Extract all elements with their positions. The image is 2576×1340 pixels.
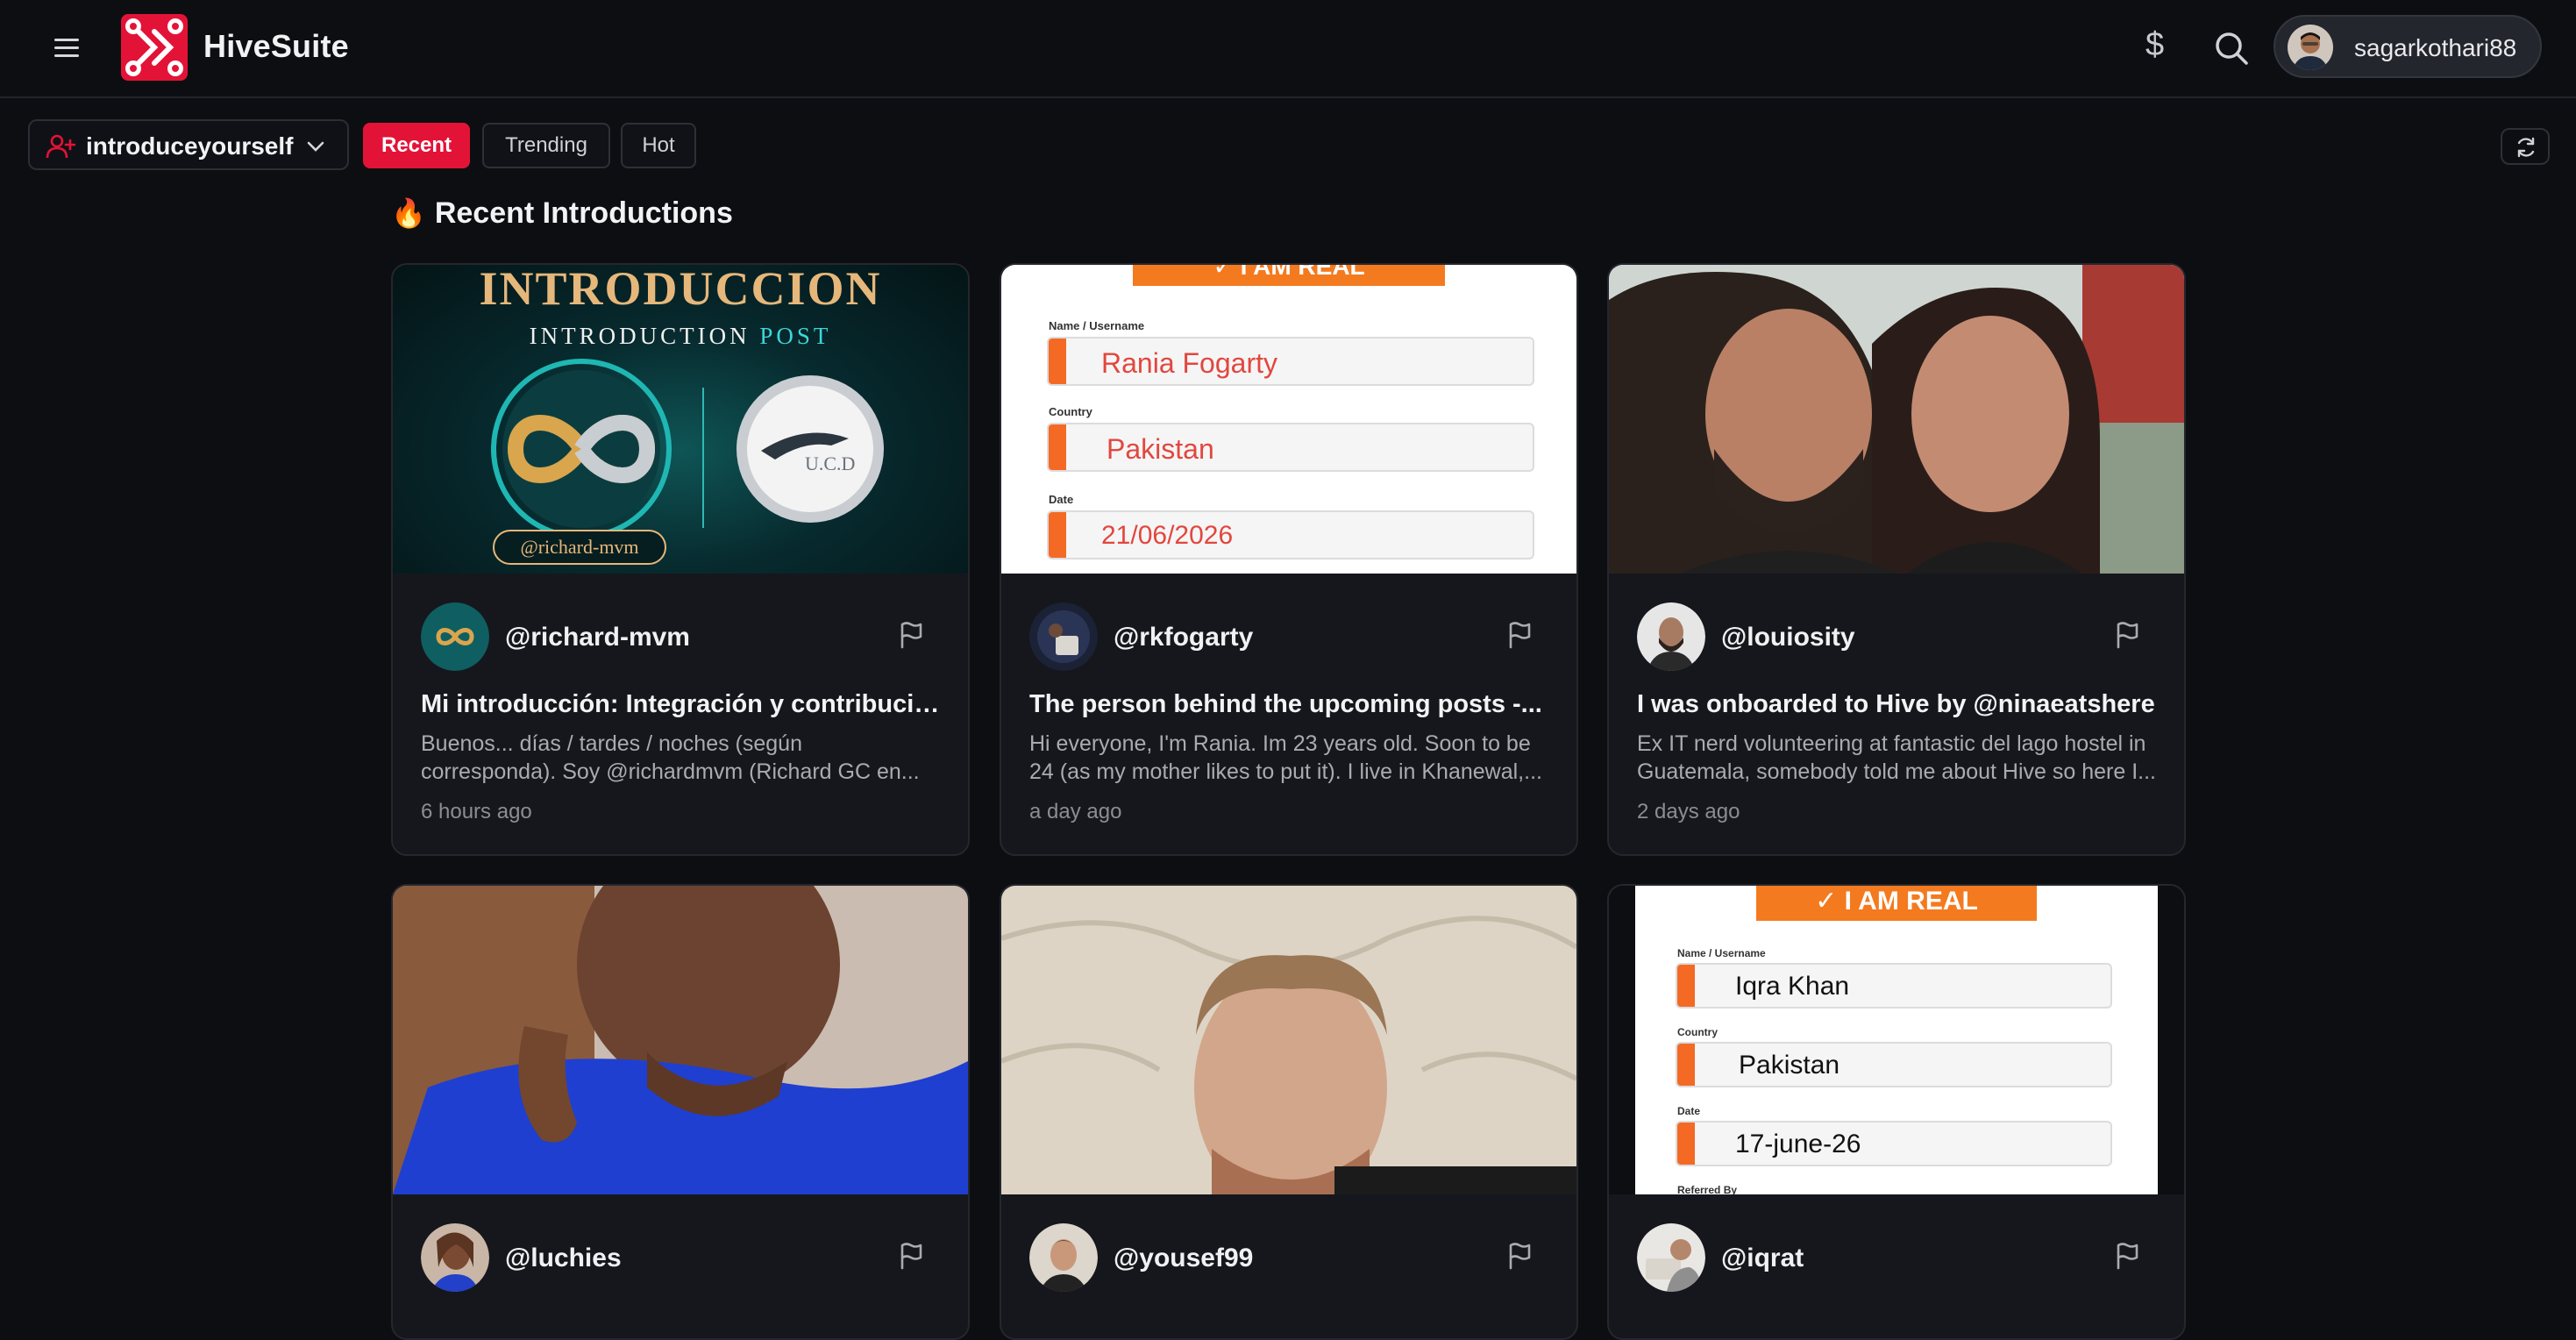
menu-icon[interactable]: [53, 33, 81, 61]
post-thumbnail: ✓ I AM REAL Name / Username Iqra Khan Co…: [1609, 886, 2184, 1194]
post-card[interactable]: @luchies: [391, 884, 970, 1340]
search-icon[interactable]: [2213, 30, 2250, 67]
form-label-date: Date: [1049, 493, 1074, 506]
form-value-date: 17-june-26: [1735, 1130, 1861, 1158]
form-value-date: 21/06/2026: [1101, 521, 1234, 550]
avatar[interactable]: [421, 602, 489, 671]
avatar[interactable]: [1637, 602, 1705, 671]
form-label-referred: Referred By: [1677, 1184, 1738, 1194]
tab-trending[interactable]: Trending: [482, 123, 610, 168]
form-value-country: Pakistan: [1107, 433, 1214, 465]
post-thumbnail: [393, 886, 968, 1194]
thumbnail-tag: @richard-mvm: [493, 530, 666, 565]
infinity-logo-graphic: [491, 359, 884, 539]
post-title[interactable]: I was onboarded to Hive by @ninaeatshere: [1637, 690, 2158, 719]
author-handle[interactable]: @rkfogarty: [1114, 623, 1253, 652]
form-value-name: Rania Fogarty: [1101, 347, 1277, 379]
post-thumbnail: ✓ I AM REAL Name / Username Rania Fogart…: [1001, 265, 1576, 574]
form-value-name: Iqra Khan: [1735, 972, 1850, 1001]
app-name: HiveSuite: [203, 28, 349, 64]
post-thumbnail: [1001, 886, 1576, 1194]
post-timestamp: 2 days ago: [1637, 800, 1740, 823]
author-handle[interactable]: @richard-mvm: [505, 623, 690, 652]
fire-icon: 🔥: [391, 197, 426, 229]
form-label-name: Name / Username: [1049, 319, 1145, 332]
avatar[interactable]: [421, 1223, 489, 1292]
post-title[interactable]: Mi introducción: Integración y contribuc…: [421, 690, 942, 719]
refresh-icon: [2517, 137, 2535, 158]
user-menu-button[interactable]: sagarkothari88: [2274, 15, 2542, 78]
form-value-country: Pakistan: [1739, 1051, 1840, 1080]
section-title-text: Recent Introductions: [434, 196, 733, 230]
avatar[interactable]: [1029, 1223, 1098, 1292]
author-handle[interactable]: @yousef99: [1114, 1244, 1253, 1273]
dollar-icon[interactable]: $: [2145, 26, 2164, 64]
chevron-down-icon: [307, 141, 324, 152]
flag-icon[interactable]: [2114, 621, 2140, 649]
section-title: 🔥 Recent Introductions: [391, 196, 733, 231]
flag-icon[interactable]: [898, 1242, 924, 1270]
community-selector[interactable]: introduceyourself: [28, 119, 349, 170]
post-excerpt: Buenos... días / tardes / noches (según …: [421, 731, 920, 784]
user-plus-icon: [46, 134, 75, 159]
avatar[interactable]: [1029, 602, 1098, 671]
post-excerpt: Ex IT nerd volunteering at fantastic del…: [1637, 731, 2156, 784]
post-excerpt: Hi everyone, I'm Rania. Im 23 years old.…: [1029, 731, 1542, 784]
post-card[interactable]: ✓ I AM REAL Name / Username Rania Fogart…: [1000, 263, 1578, 856]
post-title[interactable]: The person behind the upcoming posts -..…: [1029, 690, 1550, 719]
form-label-name: Name / Username: [1677, 947, 1766, 959]
author-handle[interactable]: @luchies: [505, 1244, 622, 1273]
flag-icon[interactable]: [1506, 621, 1533, 649]
author-handle[interactable]: @iqrat: [1721, 1244, 1804, 1273]
post-thumbnail: INTRODUCCION INTRODUCTION POST U.C.D @ri…: [393, 265, 968, 574]
tab-recent[interactable]: Recent: [363, 123, 470, 168]
thumbnail-badge-text: U.C.D: [805, 453, 856, 474]
post-card[interactable]: ✓ I AM REAL Name / Username Iqra Khan Co…: [1607, 884, 2186, 1340]
tab-hot[interactable]: Hot: [621, 123, 696, 168]
author-handle[interactable]: @louiosity: [1721, 623, 1855, 652]
form-label-country: Country: [1677, 1026, 1718, 1038]
post-thumbnail: [1609, 265, 2184, 574]
refresh-button[interactable]: [2501, 128, 2550, 165]
post-card[interactable]: @louiosity I was onboarded to Hive by @n…: [1607, 263, 2186, 856]
flag-icon[interactable]: [1506, 1242, 1533, 1270]
post-card[interactable]: @yousef99: [1000, 884, 1578, 1340]
avatar[interactable]: [1637, 1223, 1705, 1292]
community-label: introduceyourself: [86, 132, 294, 160]
username-label: sagarkothari88: [2354, 34, 2517, 61]
form-label-country: Country: [1049, 405, 1092, 418]
avatar: [2288, 25, 2333, 70]
top-navigation-bar: HiveSuite $ sagarkothari88: [0, 0, 2576, 98]
form-label-date: Date: [1677, 1105, 1701, 1117]
thumbnail-banner: ✓ I AM REAL: [1756, 886, 2037, 921]
post-timestamp: 6 hours ago: [421, 800, 532, 823]
hive-logo-icon[interactable]: [121, 14, 188, 81]
post-timestamp: a day ago: [1029, 800, 1122, 823]
flag-icon[interactable]: [898, 621, 924, 649]
thumbnail-banner: ✓ I AM REAL: [1133, 265, 1445, 286]
flag-icon[interactable]: [2114, 1242, 2140, 1270]
post-card[interactable]: INTRODUCCION INTRODUCTION POST U.C.D @ri…: [391, 263, 970, 856]
